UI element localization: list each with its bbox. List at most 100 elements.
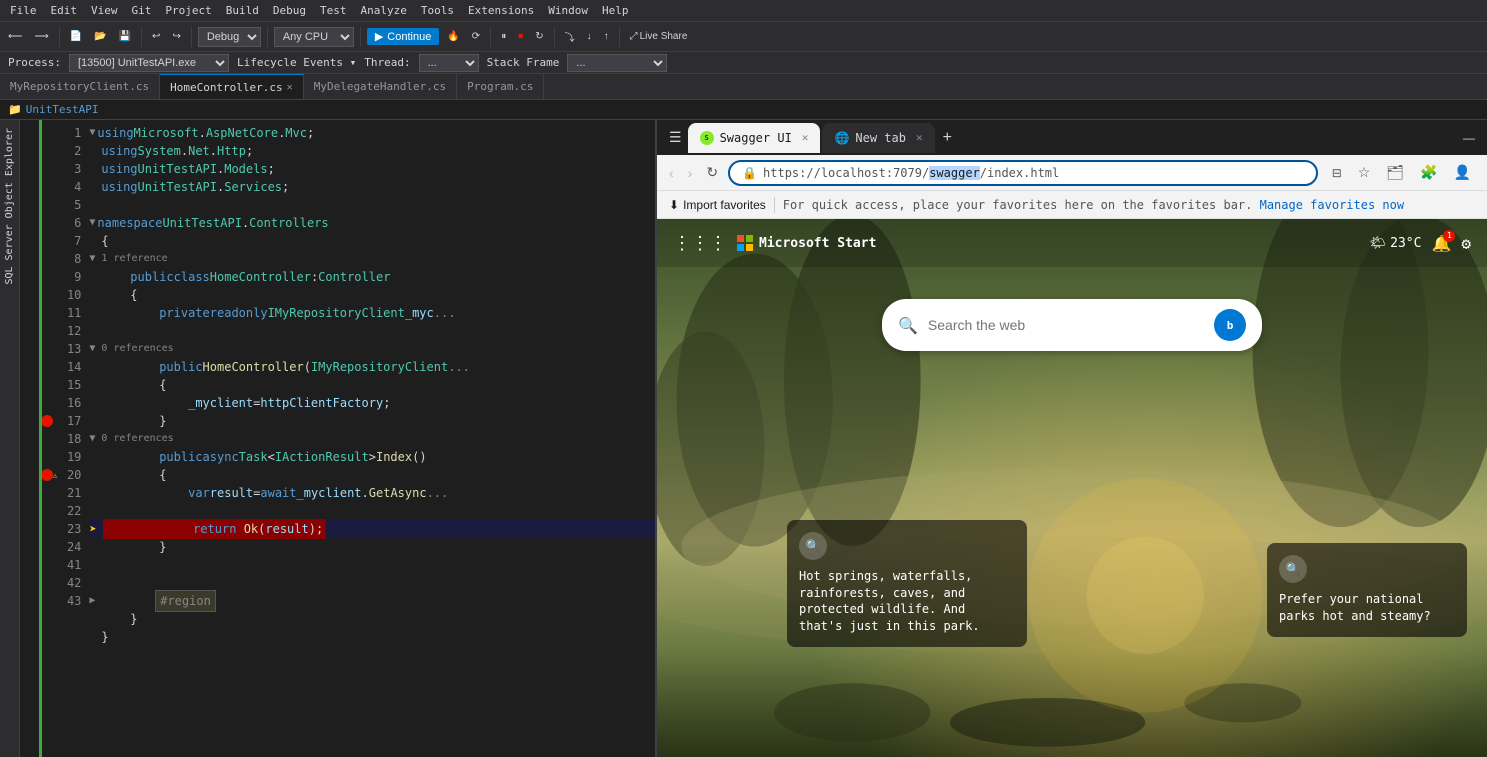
menu-file[interactable]: File xyxy=(4,2,43,19)
tab-homecontroller[interactable]: HomeController.cs ✕ xyxy=(160,74,304,99)
stack-frame-dropdown[interactable]: ... xyxy=(567,54,667,72)
menu-test[interactable]: Test xyxy=(314,2,353,19)
hot-reload-btn[interactable]: 🔥 xyxy=(443,29,463,44)
news-card-1[interactable]: 🔍 Hot springs, waterfalls, rainforests, … xyxy=(787,520,1027,647)
address-bar[interactable]: 🔒 https://localhost:7079/swagger/index.h… xyxy=(728,160,1318,186)
restart-btn[interactable]: ↻ xyxy=(531,29,547,44)
browser-pane: ☰ S Swagger UI ✕ 🌐 New tab ✕ + — xyxy=(655,120,1487,757)
collections-btn[interactable]: 🗂 xyxy=(1382,160,1408,185)
browser-sidebar-toggle[interactable]: ☰ xyxy=(665,127,686,148)
menu-help[interactable]: Help xyxy=(596,2,635,19)
code-line-22 xyxy=(89,556,655,574)
card-1-text: Hot springs, waterfalls, rainforests, ca… xyxy=(799,568,1015,635)
code-line-7: { xyxy=(89,232,655,250)
swagger-favicon: S xyxy=(700,131,714,145)
toolbar-sep-5 xyxy=(360,27,361,47)
thread-dropdown[interactable]: ... xyxy=(419,54,479,72)
newtab-close[interactable]: ✕ xyxy=(916,131,923,144)
favorites-btn[interactable]: ☆ xyxy=(1354,160,1375,185)
menu-build[interactable]: Build xyxy=(220,2,265,19)
debug-config-dropdown[interactable]: Debug xyxy=(198,27,261,47)
menu-analyze[interactable]: Analyze xyxy=(354,2,412,19)
code-editor[interactable]: 1 2 3 4 5 6 7 8 9 10 11 12 13 14 xyxy=(20,120,655,757)
profile-btn[interactable]: 👤 xyxy=(1450,160,1475,185)
code-line-18: var result = await _myclient.GetAsync... xyxy=(89,484,655,502)
code-line-16: ▼ 0 references xyxy=(89,430,655,448)
toolbar-sep-6 xyxy=(490,27,491,47)
browser-forward-btn[interactable]: › xyxy=(684,161,697,185)
split-screen-btn[interactable]: ⊟ xyxy=(1328,162,1346,184)
code-line-5 xyxy=(89,196,655,214)
refresh-btn[interactable]: ⟳ xyxy=(468,29,484,44)
menu-window[interactable]: Window xyxy=(542,2,594,19)
address-text: https://localhost:7079/swagger/index.htm… xyxy=(763,166,1304,180)
region-marker: #region xyxy=(155,590,216,612)
ide-menu-bar: File Edit View Git Project Build Debug T… xyxy=(0,0,1487,22)
browser-tab-swagger[interactable]: S Swagger UI ✕ xyxy=(688,123,821,153)
manage-favorites-link[interactable]: Manage favorites now xyxy=(1260,198,1405,212)
fold-icon-1[interactable]: ▼ xyxy=(89,124,95,142)
menu-debug[interactable]: Debug xyxy=(267,2,312,19)
pause-btn[interactable]: ⏸ xyxy=(497,29,510,44)
import-favorites-btn[interactable]: ⬇ Import favorites xyxy=(669,198,766,212)
swagger-tab-label: Swagger UI xyxy=(720,131,792,145)
browser-back-btn[interactable]: ‹ xyxy=(665,161,678,185)
platform-dropdown[interactable]: Any CPU xyxy=(274,27,354,47)
ms-settings-icon[interactable]: ⚙ xyxy=(1461,234,1471,253)
step-out-btn[interactable]: ↑ xyxy=(600,29,613,44)
process-dropdown[interactable]: [13500] UnitTestAPI.exe xyxy=(69,54,229,72)
code-line-15: } xyxy=(89,412,655,430)
toolbar-save-btn[interactable]: 💾 xyxy=(115,29,135,44)
fold-icon-8[interactable]: ▼ xyxy=(89,250,95,268)
code-line-13: { xyxy=(89,376,655,394)
tab-homecontroller-close[interactable]: ✕ xyxy=(287,82,293,93)
new-tab-button[interactable]: + xyxy=(937,129,958,147)
menu-extensions[interactable]: Extensions xyxy=(462,2,540,19)
news-card-2[interactable]: 🔍 Prefer your national parks hot and ste… xyxy=(1267,543,1467,637)
tab-myrepositoryclient[interactable]: MyRepositoryClient.cs xyxy=(0,74,160,99)
toolbar-back-btn[interactable]: ⟵ xyxy=(4,29,26,44)
fold-icon-6[interactable]: ▼ xyxy=(89,214,95,232)
continue-button[interactable]: ▶ Continue xyxy=(367,28,440,45)
step-into-btn[interactable]: ↓ xyxy=(583,29,596,44)
browser-new-tab-content: ⋮⋮⋮ Microsoft Start 🌤 23°C xyxy=(657,219,1487,757)
browser-minimize-btn[interactable]: — xyxy=(1459,129,1479,147)
toolbar-redo-btn[interactable]: ↪ xyxy=(168,29,184,44)
menu-view[interactable]: View xyxy=(85,2,124,19)
menu-tools[interactable]: Tools xyxy=(415,2,460,19)
code-content[interactable]: ▼using Microsoft.AspNetCore.Mvc; using S… xyxy=(89,120,655,668)
toolbar-new-btn[interactable]: 📄 xyxy=(66,29,86,44)
fold-icon-16[interactable]: ▼ xyxy=(89,430,95,448)
menu-edit[interactable]: Edit xyxy=(45,2,84,19)
menu-git[interactable]: Git xyxy=(126,2,158,19)
step-over-btn[interactable]: ⤵ xyxy=(561,27,579,46)
tab-mydelegatehandler[interactable]: MyDelegateHandler.cs xyxy=(304,74,457,99)
stop-btn[interactable]: ⏹ xyxy=(514,29,527,44)
lifecycle-dropdown-icon: ▾ xyxy=(350,56,357,69)
fold-icon-24[interactable]: ▶ xyxy=(89,592,95,610)
tab-program[interactable]: Program.cs xyxy=(457,74,544,99)
bing-search-button[interactable]: b xyxy=(1214,309,1246,341)
live-share-btn[interactable]: ⤢ Live Share xyxy=(626,29,692,44)
live-share-icon: ⤢ xyxy=(630,31,638,42)
toolbar-open-btn[interactable]: 📂 xyxy=(90,29,110,44)
card-2-text: Prefer your national parks hot and steam… xyxy=(1279,591,1455,625)
highlighted-return: return Ok(result); xyxy=(103,519,326,539)
newtab-label: New tab xyxy=(855,131,906,145)
code-line-2: using System.Net.Http; xyxy=(89,142,655,160)
ms-logo-sq-yellow xyxy=(746,244,753,251)
browser-extensions-btn[interactable]: 🧩 xyxy=(1416,160,1441,185)
ms-weather[interactable]: 🌤 23°C xyxy=(1370,236,1422,251)
browser-tab-newtab[interactable]: 🌐 New tab ✕ xyxy=(822,123,934,153)
favorites-bar: ⬇ Import favorites For quick access, pla… xyxy=(657,191,1487,219)
browser-refresh-btn[interactable]: ↻ xyxy=(702,160,722,185)
toolbar-undo-btn[interactable]: ↩ xyxy=(148,29,164,44)
swagger-tab-close[interactable]: ✕ xyxy=(802,131,809,144)
web-search-input[interactable] xyxy=(928,317,1204,333)
ms-grid-icon[interactable]: ⋮⋮⋮ xyxy=(673,233,727,254)
menu-project[interactable]: Project xyxy=(159,2,217,19)
fold-icon-12[interactable]: ▼ xyxy=(89,340,95,358)
toolbar-sep-1 xyxy=(59,27,60,47)
toolbar-forward-btn[interactable]: ⟶ xyxy=(30,29,52,44)
notification-bell[interactable]: 🔔 1 xyxy=(1431,234,1451,253)
